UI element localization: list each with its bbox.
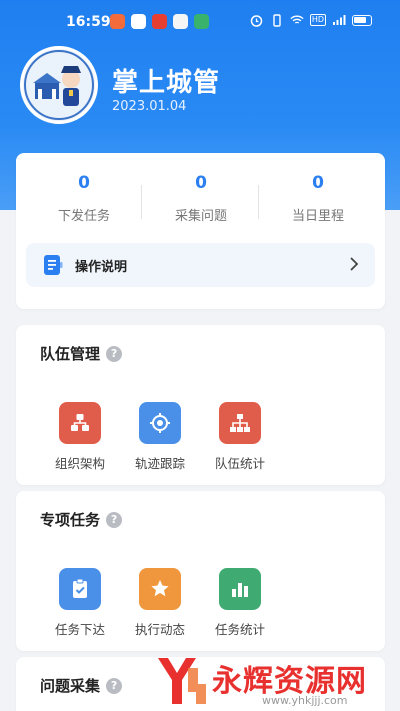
stat-value: 0 (312, 173, 324, 193)
track-tile[interactable]: 轨迹跟踪 (120, 402, 200, 472)
app-notification-icon (173, 14, 188, 29)
stat-value: 0 (195, 173, 207, 193)
section-title: 队伍管理 ? (40, 343, 123, 364)
app-notification-icon (194, 14, 209, 29)
notification-icons (110, 14, 209, 29)
section-title-text: 问题采集 (40, 677, 101, 695)
app-notification-icon (152, 14, 167, 29)
chevron-right-icon (347, 256, 361, 272)
stat-label: 采集问题 (174, 209, 227, 224)
tile-label: 任务统计 (214, 622, 265, 637)
status-time: 16:59 (66, 14, 111, 30)
stat-label: 下发任务 (57, 209, 110, 224)
tile-label: 轨迹跟踪 (134, 456, 185, 471)
org-structure-icon (59, 402, 101, 444)
wechat-icon (131, 14, 146, 29)
task-assign-tile[interactable]: 任务下达 (40, 568, 120, 638)
app-title: 掌上城管 (112, 68, 221, 98)
stat-issued-tasks[interactable]: 0 下发任务 (24, 173, 144, 224)
watermark-url: www.yhkjjj.com (262, 694, 348, 707)
execution-tile[interactable]: 执行动态 (120, 568, 200, 638)
tile-label: 队伍统计 (214, 456, 265, 471)
team-management-section: 队伍管理 ? 组织架构 轨迹跟踪 队伍统计 (16, 325, 385, 485)
special-tasks-section: 专项任务 ? 任务下达 执行动态 任务统计 (16, 491, 385, 651)
help-icon[interactable]: ? (106, 345, 123, 362)
signal-icon (332, 13, 346, 27)
task-assign-icon (59, 568, 101, 610)
system-icons: HD (250, 13, 372, 27)
execution-icon (139, 568, 181, 610)
tile-label: 执行动态 (134, 622, 185, 637)
task-stats-tile[interactable]: 任务统计 (200, 568, 280, 638)
watermark: 永辉资源网 www.yhkjjj.com (152, 654, 392, 710)
stat-label: 当日里程 (291, 209, 344, 224)
document-icon (43, 254, 63, 276)
track-icon (139, 402, 181, 444)
help-icon[interactable]: ? (106, 677, 123, 694)
alarm-icon (250, 13, 264, 27)
app-notification-icon (110, 14, 125, 29)
status-bar: 16:59 HD (0, 0, 400, 44)
org-structure-tile[interactable]: 组织架构 (40, 402, 120, 472)
tile-label: 组织架构 (54, 456, 105, 471)
section-title-text: 专项任务 (40, 511, 101, 529)
stat-value: 0 (78, 173, 90, 193)
current-date: 2023.01.04 (112, 99, 187, 114)
hd-badge: HD (309, 14, 326, 26)
stat-daily-mileage[interactable]: 0 当日里程 (258, 173, 378, 224)
watermark-logo-icon (158, 658, 206, 704)
stats-card: 0 下发任务 0 采集问题 0 当日里程 操作说明 (16, 153, 385, 309)
section-title: 专项任务 ? (40, 509, 123, 530)
app-logo (20, 46, 98, 124)
operation-manual-button[interactable]: 操作说明 (26, 243, 375, 287)
section-title: 问题采集 ? (40, 675, 123, 696)
stat-collected-problems[interactable]: 0 采集问题 (141, 173, 261, 224)
battery-icon (352, 14, 372, 26)
manual-label: 操作说明 (75, 259, 128, 275)
team-stats-icon (219, 402, 261, 444)
help-icon[interactable]: ? (106, 511, 123, 528)
tile-label: 任务下达 (54, 622, 105, 637)
wifi-icon (290, 13, 304, 27)
team-stats-tile[interactable]: 队伍统计 (200, 402, 280, 472)
task-stats-icon (219, 568, 261, 610)
section-title-text: 队伍管理 (40, 345, 101, 363)
vibrate-icon (270, 13, 284, 27)
